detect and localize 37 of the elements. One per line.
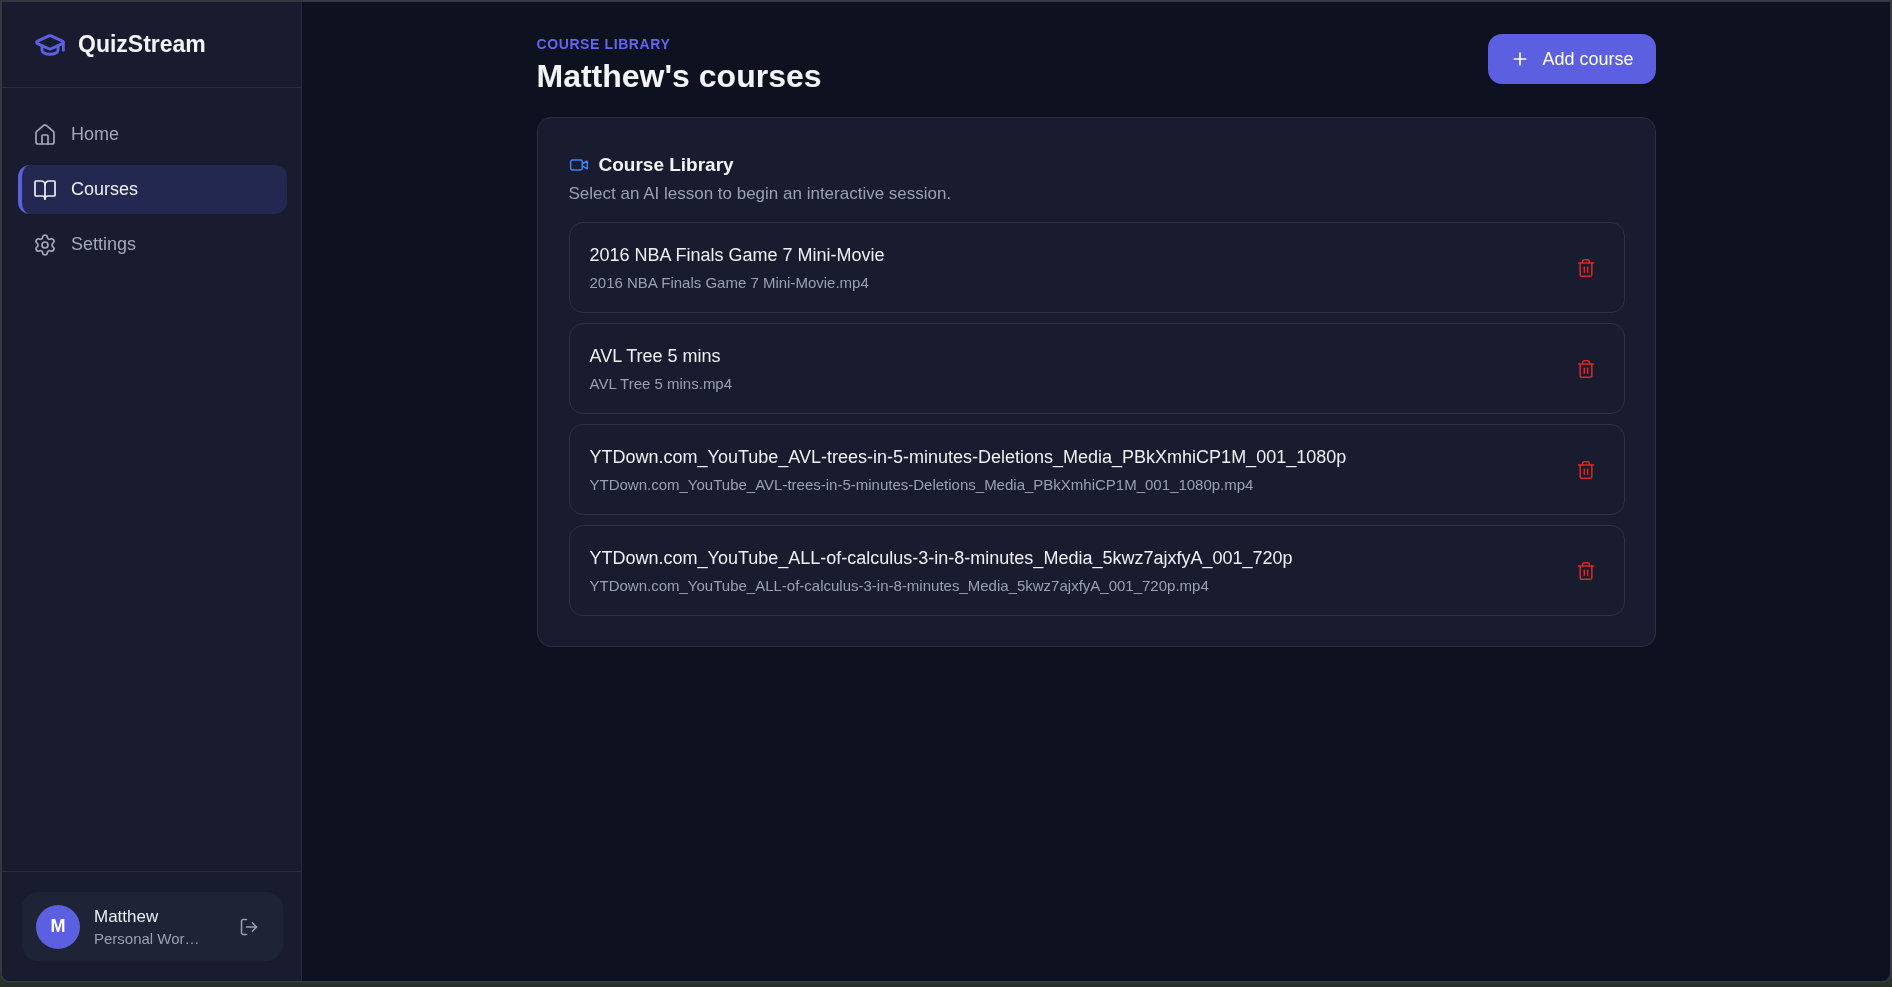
course-title: YTDown.com_YouTube_ALL-of-calculus-3-in-8-minutes_Media_5kwz7ajxfyA_001_720p [589, 547, 1293, 569]
course-item[interactable]: AVL Tree 5 mins AVL Tree 5 mins.mp4 [568, 323, 1625, 414]
course-file-name: 2016 NBA Finals Game 7 Mini-Movie.mp4 [589, 273, 870, 291]
user-name: Matthew [94, 906, 160, 927]
sidebar-item[interactable]: Home [18, 110, 287, 159]
course-item[interactable]: YTDown.com_YouTube_ALL-of-calculus-3-in-8-minutes_Media_5kwz7ajxfyA_001_720p YTDown.com_YouTube_ALL-of-calculus-3-in-8-minutes_Media_5kwz7ajxfyA_001_720p.mp4 [568, 525, 1625, 616]
trash-icon [1575, 560, 1596, 581]
app-name: QuizStream [78, 31, 206, 58]
book-icon [33, 177, 57, 202]
delete-button[interactable] [1575, 459, 1596, 480]
house-icon [33, 122, 57, 147]
gear-icon [33, 232, 57, 257]
workspace-name: Personal Wor… [94, 929, 200, 947]
sidebar-item[interactable]: Settings [18, 220, 287, 269]
trash-icon [1575, 257, 1596, 278]
logout-icon [239, 916, 259, 937]
sidebar-item[interactable]: Courses [18, 165, 287, 214]
course-title: 2016 NBA Finals Game 7 Mini-Movie [589, 244, 885, 266]
course-file-name: YTDown.com_YouTube_AVL-trees-in-5-minutes-Deletions_Media_PBkXmhiCP1M_001_1080p.mp4 [589, 475, 1255, 493]
trash-icon [1575, 358, 1596, 379]
course-item[interactable]: 2016 NBA Finals Game 7 Mini-Movie 2016 NBA Finals Game 7 Mini-Movie.mp4 [568, 222, 1625, 313]
delete-button[interactable] [1575, 257, 1596, 278]
course-title: YTDown.com_YouTube_AVL-trees-in-5-minutes-Deletions_Media_PBkXmhiCP1M_001_1080p [589, 446, 1347, 468]
course-file-name: AVL Tree 5 mins.mp4 [589, 374, 733, 392]
course-item[interactable]: YTDown.com_YouTube_AVL-trees-in-5-minutes-Deletions_Media_PBkXmhiCP1M_001_1080p YTDown.com_YouTube_AVL-trees-in-5-minutes-Deletions_Media_PBkXmhiCP1M_001_1080p.mp4 [568, 424, 1625, 515]
add-course-button[interactable]: Add course [1488, 34, 1656, 84]
logout-button[interactable] [239, 916, 259, 937]
course-title: AVL Tree 5 mins [589, 345, 722, 367]
course-file-name: YTDown.com_YouTube_ALL-of-calculus-3-in-8-minutes_Media_5kwz7ajxfyA_001_720p.mp4 [589, 576, 1210, 594]
page-eyebrow: COURSE LIBRARY [536, 36, 672, 52]
card-title: Course Library [598, 154, 734, 176]
card-subtitle: Select an AI lesson to begin an interactive session. [568, 184, 953, 204]
trash-icon [1575, 459, 1596, 480]
delete-button[interactable] [1575, 358, 1596, 379]
page-title: Matthew's courses [536, 58, 822, 95]
avatar: M [36, 904, 80, 949]
delete-button[interactable] [1575, 560, 1596, 581]
